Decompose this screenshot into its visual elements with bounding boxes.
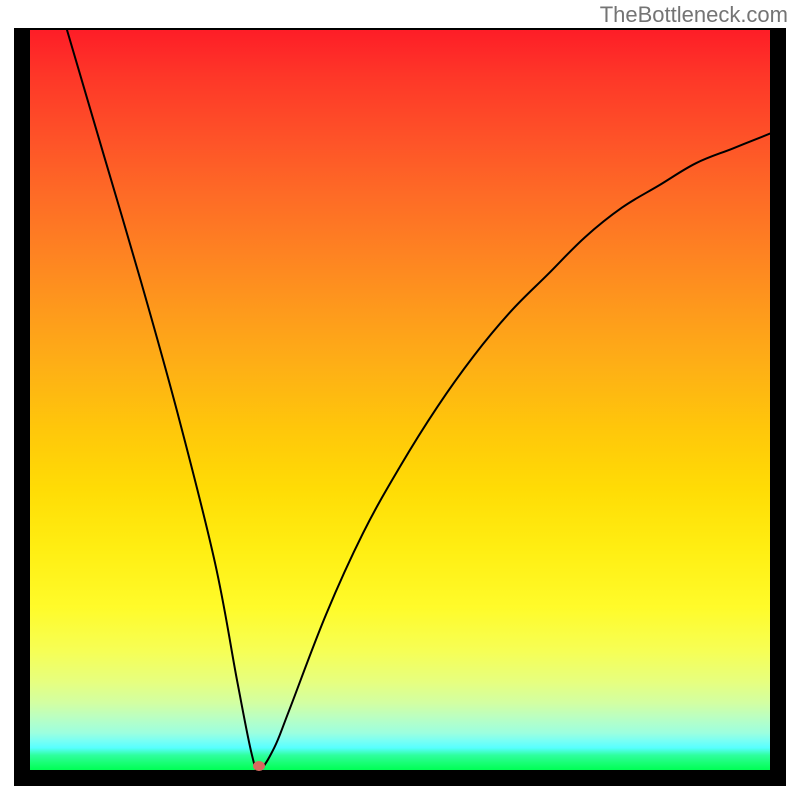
- plot-area: [30, 30, 770, 770]
- chart-curve: [30, 30, 770, 770]
- watermark-text: TheBottleneck.com: [600, 2, 788, 28]
- chart-container: TheBottleneck.com: [0, 0, 800, 800]
- marker-dot: [253, 761, 265, 771]
- curve-path: [67, 30, 770, 770]
